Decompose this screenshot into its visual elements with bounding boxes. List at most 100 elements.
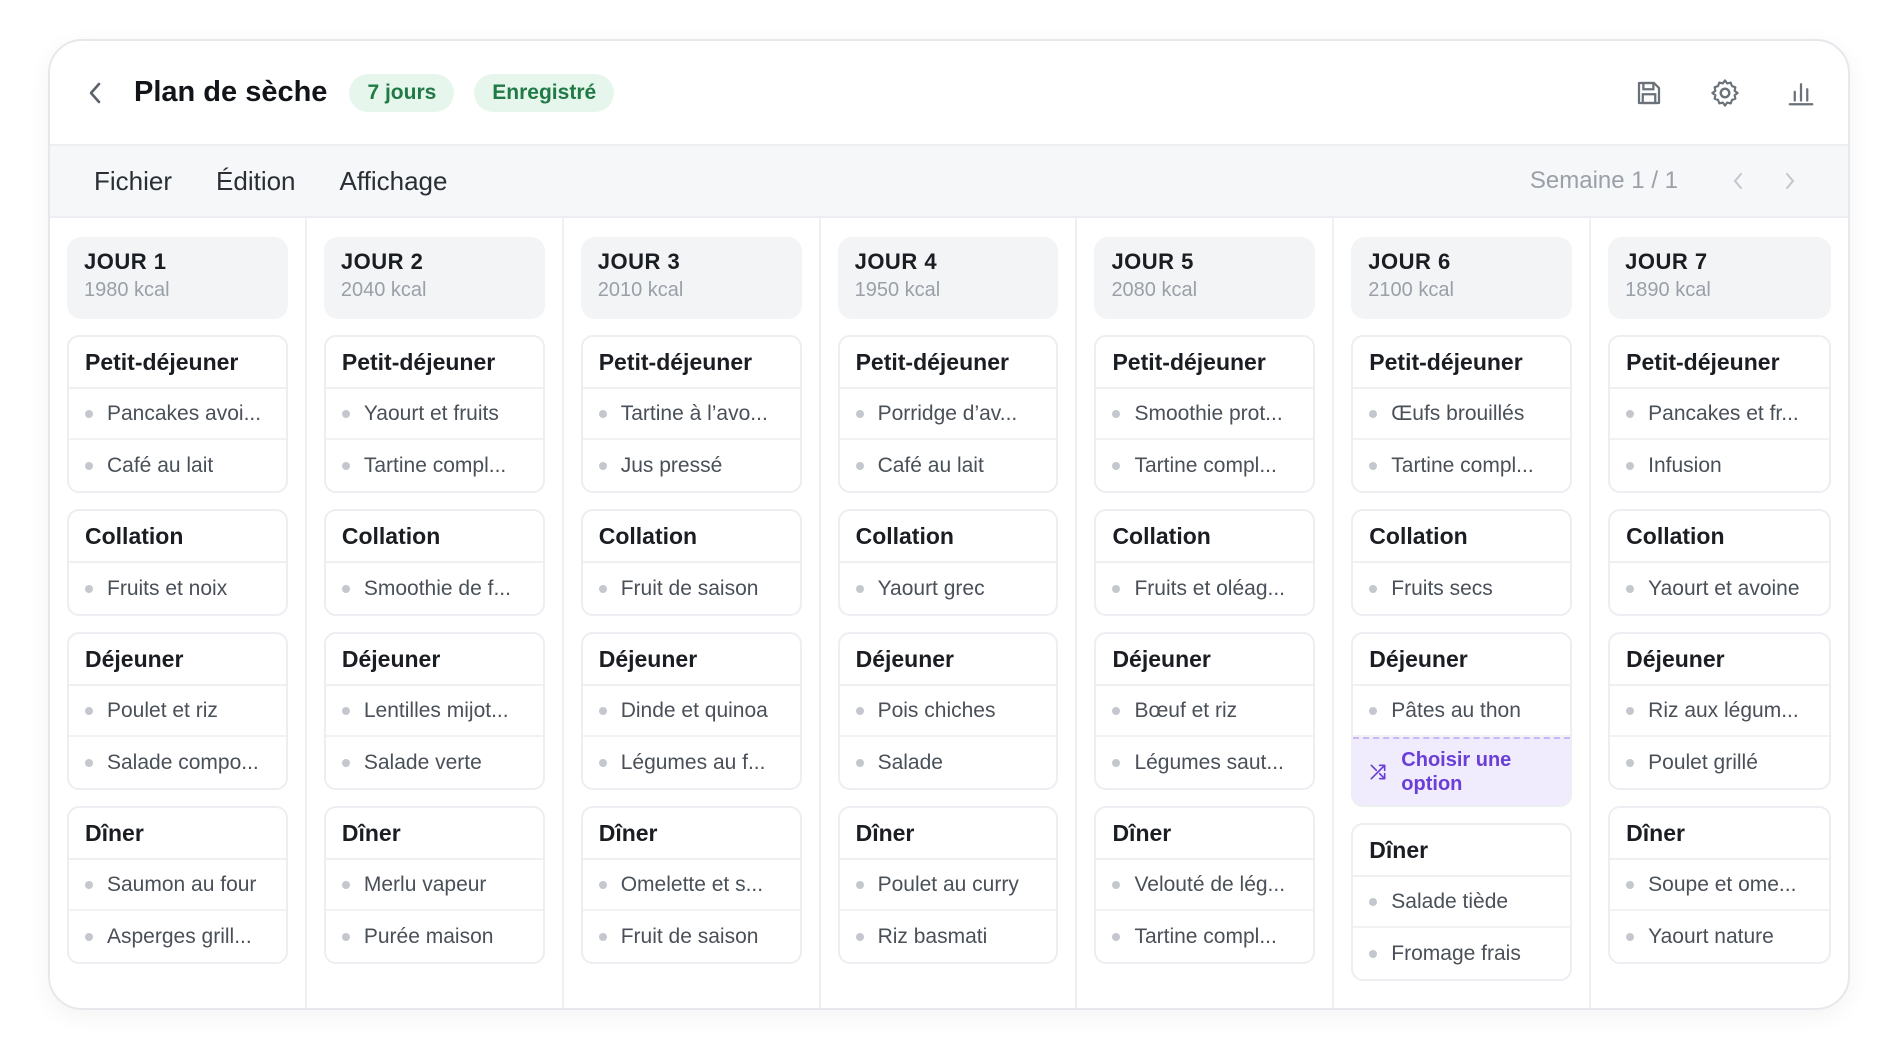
food-item[interactable]: Tartine compl... — [326, 440, 543, 491]
food-item[interactable]: Pois chiches — [839, 686, 1057, 737]
meal-card: Petit-déjeuner Porridge d’av... Café au la… — [837, 335, 1059, 493]
food-item[interactable]: Salade tiède — [1353, 877, 1571, 928]
food-item[interactable]: Asperges grill... — [69, 911, 286, 962]
next-week-chevron-icon[interactable] — [1776, 167, 1804, 195]
save-icon[interactable] — [1632, 76, 1666, 110]
food-item[interactable]: Smoothie prot... — [1096, 389, 1314, 440]
food-item[interactable]: Salade verte — [326, 737, 543, 788]
food-item[interactable]: Soupe et ome... — [1610, 860, 1830, 911]
food-item-label: Fromage frais — [1391, 941, 1521, 965]
food-item[interactable]: Merlu vapeur — [325, 860, 543, 911]
bullet-dot-icon — [341, 758, 350, 767]
food-item[interactable]: Dinde et quinoa — [582, 686, 800, 737]
food-item-label: Pois chiches — [877, 698, 996, 722]
food-item[interactable]: Tartine compl... — [1096, 440, 1313, 491]
food-item[interactable]: Café au lait — [69, 440, 286, 491]
bullet-dot-icon — [85, 409, 93, 418]
food-item[interactable]: Poulet au curry — [839, 860, 1057, 911]
meal-title: Collation — [1610, 511, 1830, 563]
food-item[interactable]: Yaourt et avoine — [1610, 563, 1829, 614]
food-item[interactable]: Salade compo... — [69, 737, 286, 788]
food-item-label: Fruits et oléag... — [1134, 576, 1286, 600]
food-item[interactable]: Omelette et s... — [582, 860, 800, 911]
bullet-dot-icon — [1626, 461, 1635, 470]
choose-option-label: Choisir une option — [1401, 749, 1512, 795]
food-item[interactable]: Fruit de saison — [583, 911, 800, 962]
food-item[interactable]: Yaourt et fruits — [325, 389, 543, 440]
bullet-dot-icon — [598, 409, 607, 418]
food-item[interactable]: Fruit de saison — [583, 563, 800, 614]
bullet-dot-icon — [1626, 932, 1635, 941]
food-item[interactable]: Tartine compl... — [1353, 440, 1570, 491]
bullet-dot-icon — [598, 932, 607, 941]
food-item[interactable]: Riz basmati — [840, 911, 1057, 962]
food-item[interactable]: Bœuf et riz — [1096, 686, 1314, 737]
bullet-dot-icon — [1112, 461, 1121, 470]
food-item[interactable]: Yaourt grec — [840, 563, 1057, 614]
food-item[interactable]: Poulet et riz — [69, 686, 286, 737]
food-item[interactable]: Pancakes et fr... — [1610, 389, 1830, 440]
bullet-dot-icon — [85, 706, 93, 715]
day-header: JOUR 2 2040 kcal — [323, 237, 545, 319]
bullet-dot-icon — [1626, 584, 1635, 593]
bar-chart-icon[interactable] — [1784, 76, 1818, 110]
bullet-dot-icon — [341, 461, 350, 470]
meal-title: Petit-déjeuner — [839, 337, 1057, 389]
meal-card: Petit-déjeuner Tartine à l’avo... Jus pres… — [580, 335, 802, 493]
bullet-dot-icon — [85, 461, 93, 470]
bullet-dot-icon — [85, 880, 93, 889]
food-item[interactable]: Fromage frais — [1353, 928, 1570, 979]
back-chevron-icon[interactable] — [80, 78, 110, 108]
food-item[interactable]: Œufs brouillés — [1353, 389, 1571, 440]
menu-file[interactable]: Fichier — [94, 166, 172, 197]
food-item[interactable]: Fruits et oléag... — [1096, 563, 1313, 614]
day-name: JOUR 7 — [1625, 249, 1708, 274]
food-item[interactable]: Riz aux légum... — [1610, 686, 1830, 737]
choose-option-button[interactable]: Choisir une option — [1353, 737, 1571, 805]
food-item[interactable]: Tartine compl... — [1096, 911, 1313, 962]
food-item-label: Porridge d’av... — [877, 401, 1018, 425]
meal-card: Collation Yaourt et avoine — [1608, 509, 1832, 616]
food-item[interactable]: Porridge d’av... — [839, 389, 1057, 440]
food-item[interactable]: Saumon au four — [69, 860, 286, 911]
meal-title: Collation — [69, 511, 286, 563]
food-item[interactable]: Purée maison — [326, 911, 543, 962]
food-item[interactable]: Poulet grillé — [1610, 737, 1829, 788]
day-kcal: 1980 kcal — [84, 279, 170, 301]
food-item-label: Légumes au f... — [620, 750, 766, 774]
bullet-dot-icon — [598, 584, 607, 593]
food-item[interactable]: Infusion — [1610, 440, 1829, 491]
food-item[interactable]: Smoothie de f... — [326, 563, 543, 614]
food-item-label: Yaourt et fruits — [363, 401, 499, 425]
day-name: JOUR 3 — [597, 249, 681, 274]
food-item[interactable]: Jus pressé — [583, 440, 800, 491]
meal-card: Dîner Velouté de lég... Tartine compl... — [1094, 806, 1316, 964]
food-item[interactable]: Velouté de lég... — [1096, 860, 1314, 911]
duration-badge: 7 jours — [349, 73, 455, 112]
prev-week-chevron-icon[interactable] — [1724, 167, 1752, 195]
food-item[interactable]: Tartine à l’avo... — [582, 389, 800, 440]
bullet-dot-icon — [855, 758, 864, 767]
food-item-label: Saumon au four — [107, 872, 257, 896]
menu-view[interactable]: Affichage — [340, 166, 448, 197]
food-item-label: Salade tiède — [1391, 889, 1509, 913]
menu-edit[interactable]: Édition — [216, 166, 296, 197]
food-item[interactable]: Pâtes au thon — [1353, 686, 1571, 737]
food-item[interactable]: Légumes saut... — [1096, 737, 1313, 788]
food-item[interactable]: Yaourt nature — [1610, 911, 1829, 962]
food-item-label: Smoothie prot... — [1134, 401, 1283, 425]
meal-title: Petit-déjeuner — [1353, 337, 1571, 389]
food-item[interactable]: Fruits secs — [1353, 563, 1570, 614]
food-item[interactable]: Pancakes avoi... — [69, 389, 286, 440]
meal-card: Petit-déjeuner Pancakes et fr... Infusion — [1608, 335, 1832, 493]
food-item[interactable]: Fruits et noix — [69, 563, 286, 614]
food-item[interactable]: Café au lait — [840, 440, 1057, 491]
settings-gear-icon[interactable] — [1708, 76, 1742, 110]
status-badge: Enregistré — [474, 73, 615, 112]
food-item[interactable]: Lentilles mijot... — [325, 686, 543, 737]
food-item-label: Pâtes au thon — [1391, 698, 1521, 722]
food-item[interactable]: Légumes au f... — [583, 737, 800, 788]
meal-title: Collation — [839, 511, 1057, 563]
meal-plan-window: Plan de sèche 7 jours Enregistré Fichier… — [48, 39, 1850, 1010]
food-item[interactable]: Salade — [840, 737, 1057, 788]
